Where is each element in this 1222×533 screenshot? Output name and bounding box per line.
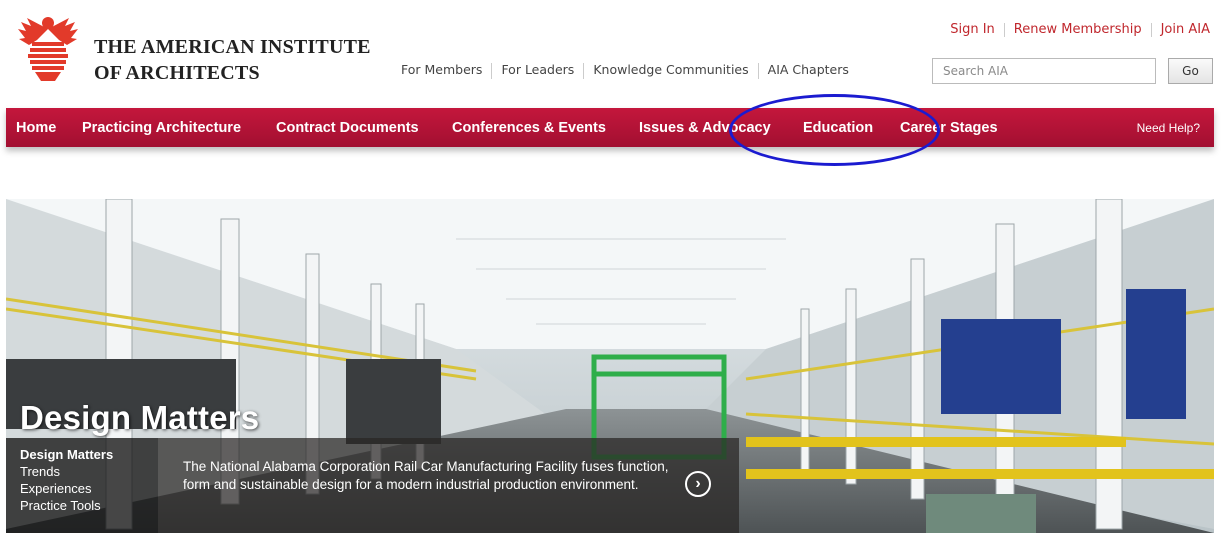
need-help-link[interactable]: Need Help? — [1137, 108, 1200, 148]
org-name-line1: THE AMERICAN INSTITUTE — [94, 36, 371, 58]
search-go-button[interactable]: Go — [1168, 58, 1213, 84]
nav-education[interactable]: Education — [803, 108, 873, 147]
hero-side-menu: Design Matters Trends Experiences Practi… — [6, 438, 158, 533]
divider — [583, 62, 585, 79]
hero-title: Design Matters — [20, 399, 260, 436]
side-menu-design-matters[interactable]: Design Matters — [6, 446, 158, 463]
for-leaders-link[interactable]: For Leaders — [501, 62, 574, 77]
chevron-right-circle-icon[interactable]: › — [685, 471, 711, 497]
hero-banner[interactable]: Design Matters Design Matters Trends Exp… — [6, 199, 1214, 533]
aia-chapters-link[interactable]: AIA Chapters — [768, 62, 849, 77]
for-members-link[interactable]: For Members — [401, 62, 482, 77]
aia-eagle-logo-icon — [18, 17, 78, 81]
join-aia-link[interactable]: Join AIA — [1161, 22, 1210, 37]
nav-conferences-events[interactable]: Conferences & Events — [452, 108, 606, 147]
divider — [491, 62, 493, 79]
utility-links: Sign In Renew Membership Join AIA — [950, 22, 1210, 37]
side-menu-experiences[interactable]: Experiences — [6, 480, 158, 497]
knowledge-communities-link[interactable]: Knowledge Communities — [593, 62, 748, 77]
nav-practicing-architecture[interactable]: Practicing Architecture — [82, 108, 241, 147]
divider — [757, 62, 759, 79]
aia-logo[interactable] — [17, 10, 79, 82]
side-menu-trends[interactable]: Trends — [6, 463, 158, 480]
hero-caption-panel: The National Alabama Corporation Rail Ca… — [158, 438, 739, 533]
main-nav: Home Practicing Architecture Contract Do… — [6, 108, 1214, 147]
search-input[interactable] — [933, 59, 1155, 83]
org-name[interactable]: THE AMERICAN INSTITUTE OF ARCHITECTS — [94, 34, 371, 86]
hero-caption: The National Alabama Corporation Rail Ca… — [183, 459, 669, 492]
nav-career-stages[interactable]: Career Stages — [900, 108, 998, 147]
side-menu-practice-tools[interactable]: Practice Tools — [6, 497, 158, 514]
renew-membership-link[interactable]: Renew Membership — [1014, 22, 1142, 37]
nav-contract-documents[interactable]: Contract Documents — [276, 108, 419, 147]
nav-home[interactable]: Home — [16, 108, 56, 147]
divider — [1150, 22, 1152, 37]
sign-in-link[interactable]: Sign In — [950, 22, 995, 37]
divider — [1003, 22, 1005, 37]
secondary-nav: For Members For Leaders Knowledge Communit… — [401, 62, 849, 79]
org-name-line2: OF ARCHITECTS — [94, 62, 260, 84]
nav-issues-advocacy[interactable]: Issues & Advocacy — [639, 108, 771, 147]
search-box — [932, 58, 1156, 84]
